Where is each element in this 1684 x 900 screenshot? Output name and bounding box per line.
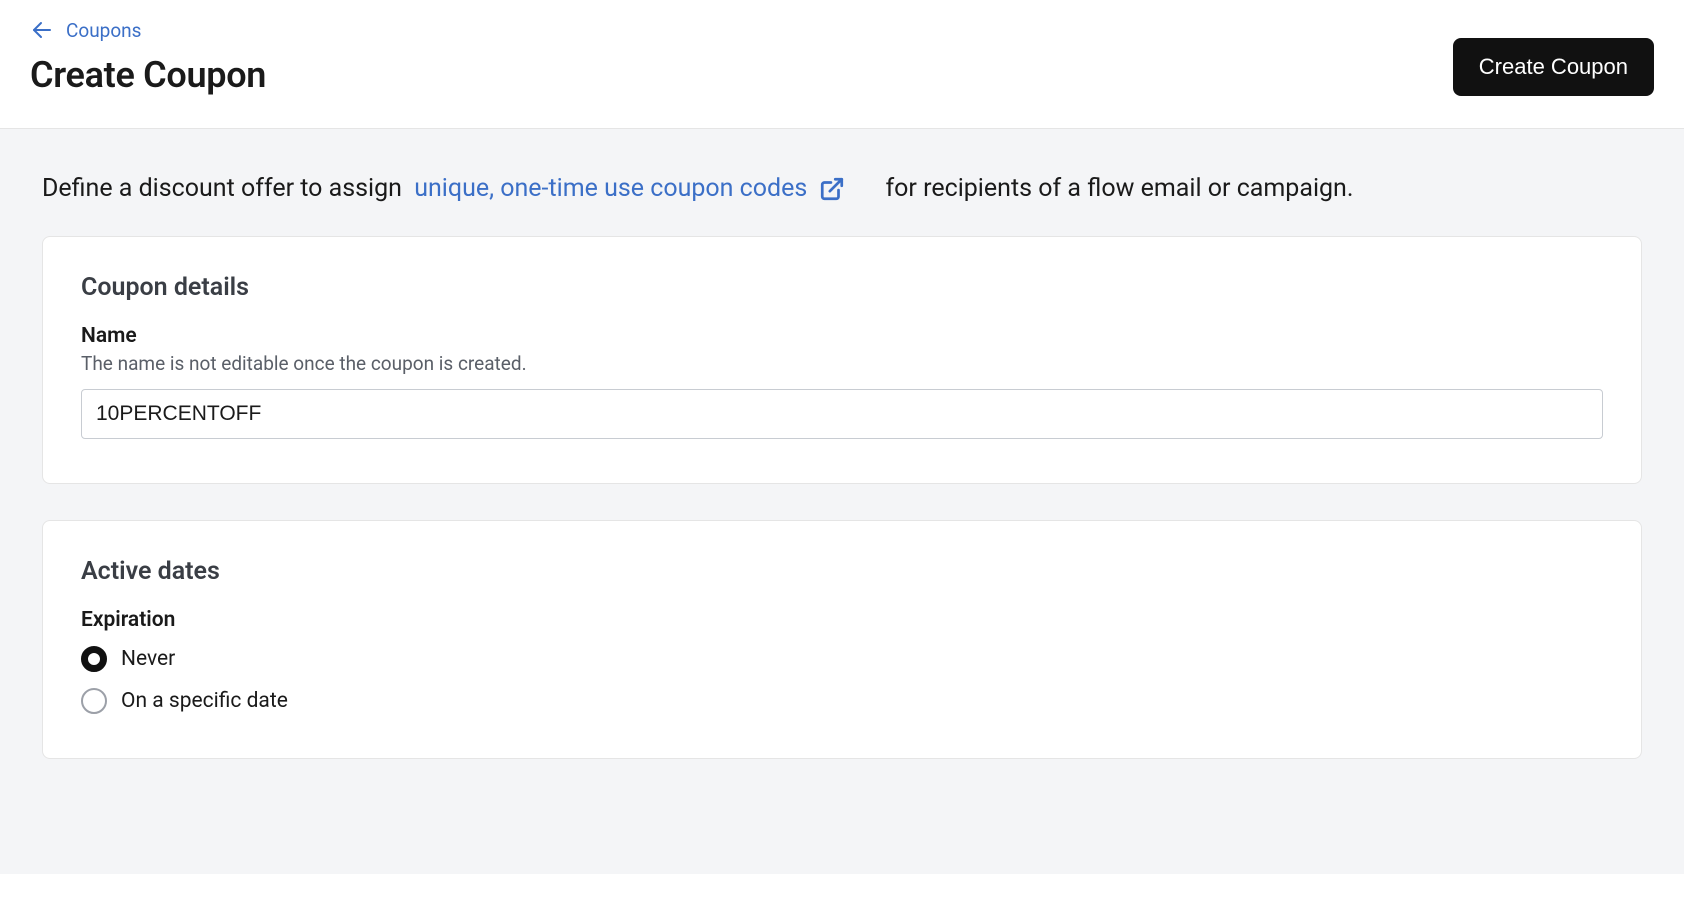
expiration-radio-group: Never On a specific date xyxy=(81,646,1603,714)
coupon-codes-link[interactable]: unique, one-time use coupon codes xyxy=(414,171,873,206)
intro-text: Define a discount offer to assign unique… xyxy=(42,171,1642,206)
expiration-label: Expiration xyxy=(81,608,1603,632)
radio-icon-selected xyxy=(81,646,107,672)
coupon-codes-link-text: unique, one-time use coupon codes xyxy=(414,171,807,206)
coupon-details-card: Coupon details Name The name is not edit… xyxy=(42,236,1642,484)
radio-specific-date[interactable]: On a specific date xyxy=(81,688,1603,714)
page-title: Create Coupon xyxy=(30,54,266,96)
active-dates-card: Active dates Expiration Never On a speci… xyxy=(42,520,1642,759)
external-link-icon xyxy=(819,176,845,202)
header-left: Coupons Create Coupon xyxy=(30,18,266,96)
radio-never-label: Never xyxy=(121,647,175,671)
coupon-name-input[interactable] xyxy=(81,389,1603,439)
create-coupon-button[interactable]: Create Coupon xyxy=(1453,38,1654,96)
intro-suffix: for recipients of a flow email or campai… xyxy=(885,174,1353,203)
radio-never[interactable]: Never xyxy=(81,646,1603,672)
breadcrumb-back-link[interactable]: Coupons xyxy=(30,18,266,42)
coupon-details-heading: Coupon details xyxy=(81,273,1603,302)
main-content: Define a discount offer to assign unique… xyxy=(0,129,1684,874)
intro-prefix: Define a discount offer to assign xyxy=(42,174,408,203)
radio-icon-unselected xyxy=(81,688,107,714)
radio-specific-label: On a specific date xyxy=(121,689,288,713)
active-dates-heading: Active dates xyxy=(81,557,1603,586)
breadcrumb-label: Coupons xyxy=(66,19,141,42)
name-label: Name xyxy=(81,324,1603,348)
arrow-left-icon xyxy=(30,18,54,42)
name-hint: The name is not editable once the coupon… xyxy=(81,352,1603,375)
page-header: Coupons Create Coupon Create Coupon xyxy=(0,0,1684,129)
